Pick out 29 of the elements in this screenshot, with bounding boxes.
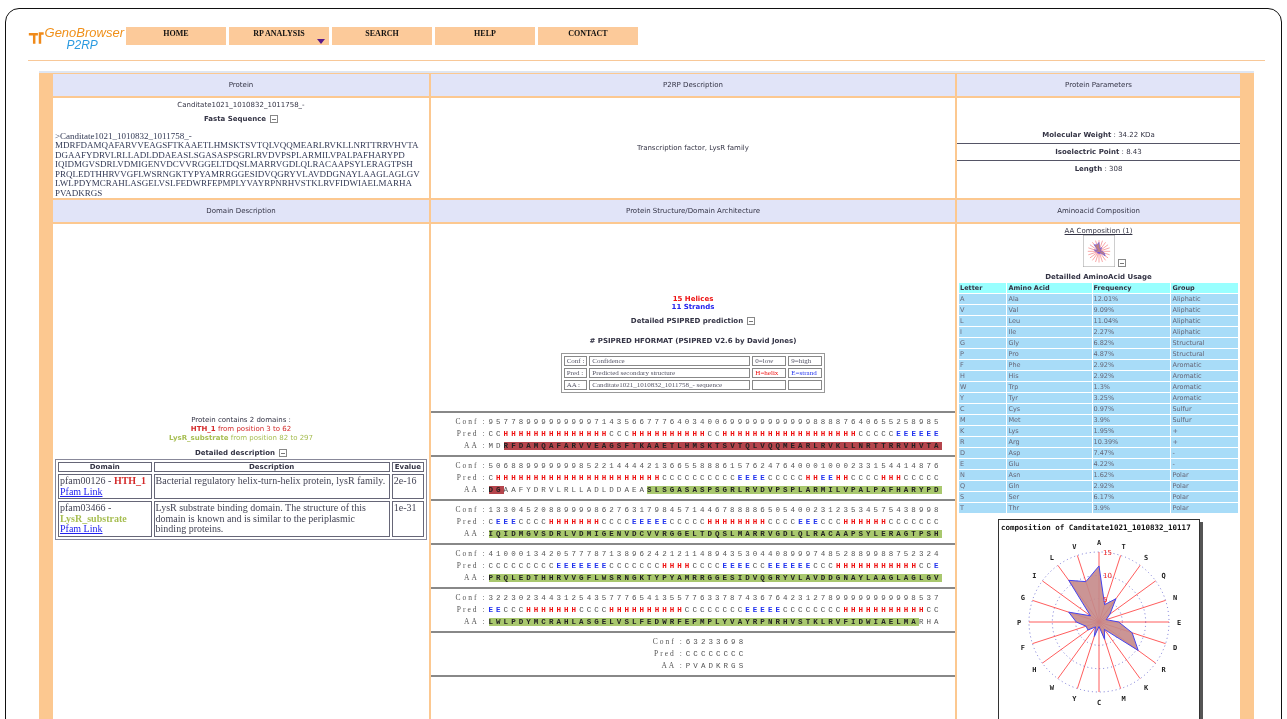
sequence-line: DGAAFYDRVLRLLADLDDAEASLSGASASPSGRLRVDVPSPLARMILVPALPAFHARYPD	[55, 150, 405, 161]
sequence-line: PRQLEDTHHRVVGFLWSRNGKTYPYAMRRGGESIDVQGRYVLAVDDGNAYLAAGLAGLGV	[55, 169, 420, 180]
collapse-icon[interactable]	[270, 115, 279, 123]
caret-icon	[317, 39, 325, 44]
sequence-line: >Canditate1021_1010832_1011758_-	[55, 132, 193, 142]
sequence-line: PVADKRGS	[55, 188, 104, 199]
collapse-icon[interactable]	[1118, 259, 1126, 267]
pfam-link[interactable]: Pfam Link	[60, 523, 103, 535]
table-cell: pfam03466 - LysR_substrate Pfam Link	[58, 501, 152, 537]
collapse-icon[interactable]	[279, 449, 288, 458]
table-cell: Bacterial regulatory helix-turn-helix protein, lysR family.	[153, 474, 390, 500]
sequence-line: MDRFDAMQAFARVVEAGSFTKAAETLHMSKTSVTQLVQQMEARLRVKLLNRTTRRVHVTA	[55, 141, 420, 151]
nav-link[interactable]: CONTACT	[538, 27, 638, 45]
logo-glyph-icon	[28, 29, 45, 47]
nav-link[interactable]: HOME	[126, 27, 226, 45]
logo-subtitle: P2RP	[66, 39, 99, 51]
table-cell: LysR substrate binding domain. The structure of this domain is known and is similar to the periplasmic binding proteins.	[153, 501, 390, 537]
table-cell: 2e-16	[391, 474, 424, 500]
logo-title: GenoBrowser	[44, 26, 124, 39]
sequence-line: LWLPDYMCRAHLASGELVSLFEDWRFEPMPLYVAYRPNRHVSTKLRVFIDWIAELMARHA	[55, 179, 412, 189]
chart-thumbnail[interactable]	[1083, 235, 1115, 267]
sequence-line: IQIDMGVSDRLVDMIGENVDCVVRGGELTDQSLMARRVGDLQLRACAAPSYLERAGTPSH	[55, 160, 414, 170]
nav-link[interactable]: HELP	[435, 27, 535, 45]
table-cell: pfam00126 - HTH_1 Pfam Link	[58, 474, 152, 500]
table-cell: 1e-31	[391, 501, 424, 537]
nav-link[interactable]: SEARCH	[332, 27, 432, 45]
pfam-link[interactable]: Pfam Link	[60, 485, 103, 497]
nav-link[interactable]: RP ANALYSIS	[229, 27, 329, 45]
collapse-icon[interactable]	[747, 317, 756, 325]
